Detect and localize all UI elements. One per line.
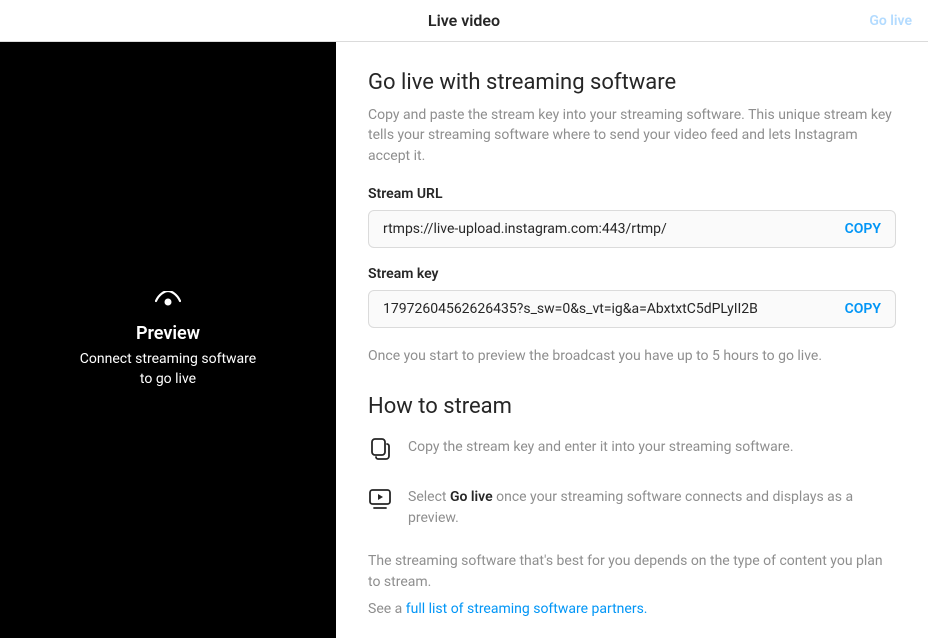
- step-1-text: Copy the stream key and enter it into yo…: [408, 437, 794, 458]
- page-title: Live video: [428, 11, 500, 30]
- header: Live video Go live: [0, 0, 928, 42]
- footer-text-1: The streaming software that's best for y…: [368, 551, 896, 593]
- main-heading: Go live with streaming software: [368, 70, 896, 95]
- content: Preview Connect streaming software to go…: [0, 42, 928, 638]
- preview-subtitle: Connect streaming software to go live: [80, 350, 256, 389]
- preview-panel: Preview Connect streaming software to go…: [0, 42, 336, 638]
- main-panel: Go live with streaming software Copy and…: [336, 42, 928, 638]
- step-2: Select Go live once your streaming softw…: [368, 487, 896, 529]
- stream-key-value: 17972604562626435?s_sw=0&s_vt=ig&a=Abxtx…: [383, 301, 833, 317]
- footer-text-2: See a full list of streaming software pa…: [368, 599, 896, 620]
- step-2-text: Select Go live once your streaming softw…: [408, 487, 896, 529]
- go-live-button[interactable]: Go live: [869, 13, 912, 29]
- how-to-heading: How to stream: [368, 394, 896, 419]
- step-1: Copy the stream key and enter it into yo…: [368, 437, 896, 465]
- main-description: Copy and paste the stream key into your …: [368, 105, 896, 166]
- play-monitor-icon: [368, 487, 392, 515]
- copy-stream-key-button[interactable]: COPY: [845, 301, 881, 317]
- copy-stream-url-button[interactable]: COPY: [845, 221, 881, 237]
- eye-preview-icon: [155, 291, 181, 311]
- stream-key-field: 17972604562626435?s_sw=0&s_vt=ig&a=Abxtx…: [368, 290, 896, 328]
- stream-url-label: Stream URL: [368, 186, 896, 202]
- copy-icon: [368, 437, 392, 465]
- stream-url-value: rtmps://live-upload.instagram.com:443/rt…: [383, 221, 833, 237]
- stream-key-label: Stream key: [368, 266, 896, 282]
- partners-link[interactable]: full list of streaming software partners…: [406, 601, 648, 617]
- stream-url-field: rtmps://live-upload.instagram.com:443/rt…: [368, 210, 896, 248]
- preview-note: Once you start to preview the broadcast …: [368, 346, 896, 366]
- preview-title: Preview: [136, 323, 200, 344]
